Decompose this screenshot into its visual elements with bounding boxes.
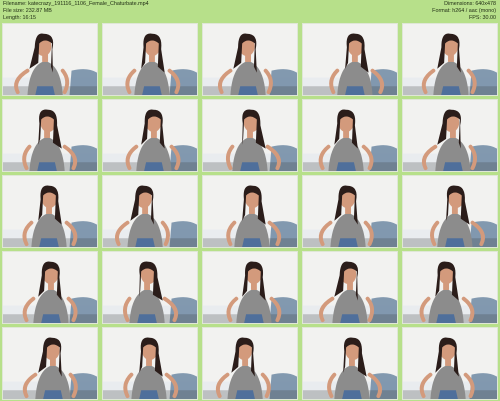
frame-image xyxy=(203,328,297,399)
thumbnail-frame xyxy=(202,23,298,96)
length-label: Length: 16:15 xyxy=(3,15,36,21)
format-label: Format: h264 / aac (mono) xyxy=(432,8,496,14)
frame-image xyxy=(303,252,397,323)
dimensions-label: Dimensions: 640x478 xyxy=(444,1,496,7)
frame-image xyxy=(3,24,97,95)
thumbnail-frame xyxy=(202,175,298,248)
thumbnail-frame xyxy=(2,251,98,324)
frame-image xyxy=(403,24,497,95)
frame-image xyxy=(203,24,297,95)
thumbnail-frame xyxy=(102,251,198,324)
frame-image xyxy=(403,100,497,171)
fps-label: FPS: 30.00 xyxy=(469,15,496,21)
frame-image xyxy=(303,176,397,247)
sheet-header: Filename: katecrazy_191116_1106_Female_C… xyxy=(0,0,500,22)
frame-image xyxy=(103,100,197,171)
thumbnail-frame xyxy=(302,175,398,248)
thumbnail-frame xyxy=(302,251,398,324)
filename-label: Filename: katecrazy_191116_1106_Female_C… xyxy=(3,1,149,7)
frame-image xyxy=(3,176,97,247)
thumbnail-frame xyxy=(302,327,398,400)
thumbnail-frame xyxy=(102,327,198,400)
frame-image xyxy=(303,328,397,399)
thumbnail-frame xyxy=(102,99,198,172)
frame-image xyxy=(203,176,297,247)
filesize-label: File size: 232.87 MB xyxy=(3,8,52,14)
frame-image xyxy=(103,24,197,95)
thumbnail-frame xyxy=(402,99,498,172)
thumbnail-frame xyxy=(402,175,498,248)
thumbnail-frame xyxy=(102,23,198,96)
frame-image xyxy=(103,328,197,399)
frame-image xyxy=(403,328,497,399)
thumbnail-frame xyxy=(402,23,498,96)
thumbnail-frame xyxy=(302,23,398,96)
frame-image xyxy=(403,252,497,323)
thumbnail-frame xyxy=(402,251,498,324)
thumbnail-frame xyxy=(2,175,98,248)
frame-image xyxy=(403,176,497,247)
thumbnail-frame xyxy=(202,327,298,400)
frame-image xyxy=(103,176,197,247)
thumbnail-frame xyxy=(2,327,98,400)
thumbnail-grid xyxy=(2,23,498,400)
frame-image xyxy=(3,100,97,171)
thumbnail-frame xyxy=(102,175,198,248)
contact-sheet: Filename: katecrazy_191116_1106_Female_C… xyxy=(0,0,500,401)
thumbnail-frame xyxy=(202,251,298,324)
thumbnail-frame xyxy=(402,327,498,400)
frame-image xyxy=(3,328,97,399)
thumbnail-frame xyxy=(202,99,298,172)
frame-image xyxy=(103,252,197,323)
thumbnail-frame xyxy=(2,23,98,96)
frame-image xyxy=(303,100,397,171)
frame-image xyxy=(303,24,397,95)
header-left: Filename: katecrazy_191116_1106_Female_C… xyxy=(3,1,149,22)
thumbnail-frame xyxy=(2,99,98,172)
frame-image xyxy=(3,252,97,323)
frame-image xyxy=(203,252,297,323)
frame-image xyxy=(203,100,297,171)
header-right: Dimensions: 640x478 Format: h264 / aac (… xyxy=(432,1,496,22)
thumbnail-frame xyxy=(302,99,398,172)
